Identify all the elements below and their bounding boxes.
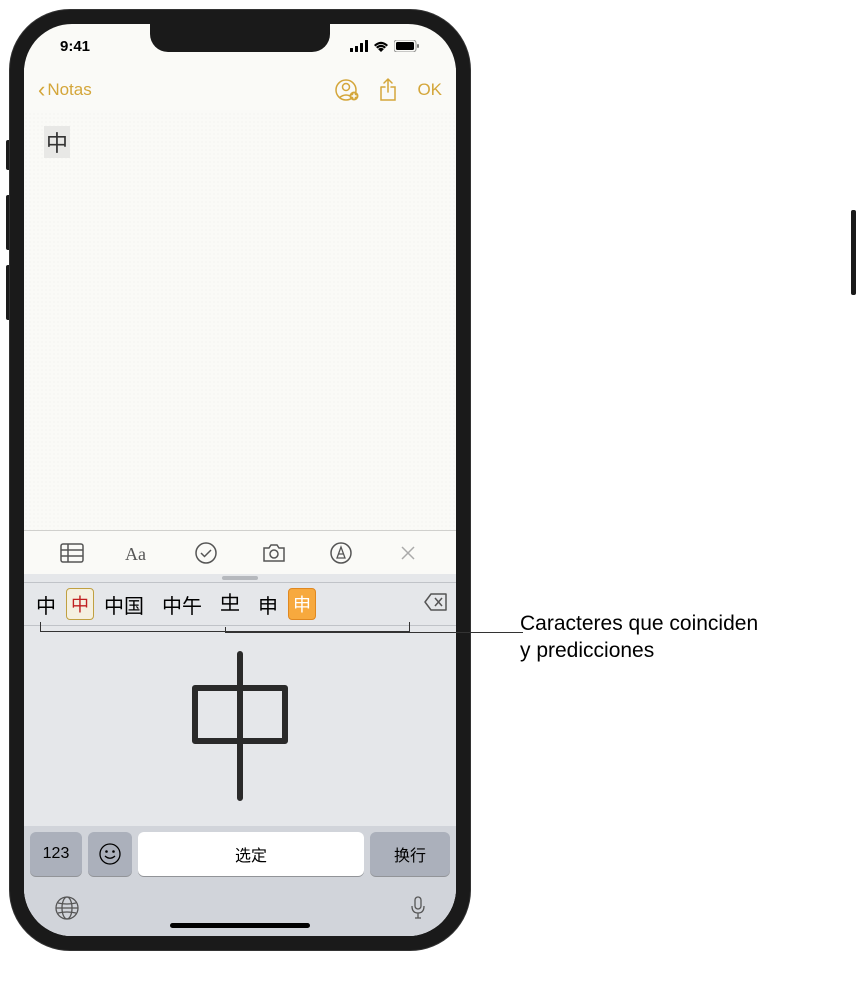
globe-icon [54, 895, 80, 921]
emoji-icon [99, 843, 121, 865]
candidate-item[interactable]: 中 [28, 586, 64, 623]
keyboard-bottom-row: 123 选定 换行 [24, 826, 456, 884]
chevron-left-icon: ‹ [38, 77, 45, 103]
notch [150, 24, 330, 52]
status-time: 9:41 [60, 38, 90, 55]
svg-text:Aa: Aa [125, 544, 146, 563]
phone-frame: 9:41 ‹ Notas OK 中 [10, 10, 470, 950]
keyboard-grabber[interactable] [24, 574, 456, 582]
back-label: Notas [47, 80, 91, 100]
note-text: 中 [44, 126, 70, 158]
pencil-circle-icon [330, 542, 352, 564]
back-button[interactable]: ‹ Notas [38, 77, 92, 103]
candidate-bar: 中 中 中国 中午 𠀐 申 申 [24, 582, 456, 626]
dictation-key[interactable] [410, 896, 426, 925]
backspace-button[interactable] [424, 593, 448, 616]
candidate-item[interactable]: 申 [288, 588, 316, 620]
handwritten-character [170, 646, 310, 806]
camera-button[interactable] [240, 543, 307, 563]
numbers-key[interactable]: 123 [30, 832, 82, 876]
done-button[interactable]: OK [417, 80, 442, 100]
candidate-item[interactable]: 𠀐 [212, 588, 248, 620]
share-icon [379, 78, 397, 102]
close-icon [400, 545, 416, 561]
candidate-item[interactable]: 申 [250, 586, 286, 623]
keyboard-utility-row [24, 884, 456, 936]
checkmark-circle-icon [195, 542, 217, 564]
emoji-key[interactable] [88, 832, 132, 876]
table-icon [60, 543, 84, 563]
note-content-area[interactable]: 中 [24, 112, 456, 530]
handwriting-input-area[interactable] [24, 626, 456, 826]
collaborate-button[interactable] [335, 79, 359, 101]
microphone-icon [410, 896, 426, 920]
cellular-icon [350, 40, 368, 52]
checklist-button[interactable] [173, 542, 240, 564]
format-button[interactable]: Aa [105, 543, 172, 563]
table-button[interactable] [38, 543, 105, 563]
status-icons [350, 40, 420, 52]
candidate-item[interactable]: 中午 [154, 586, 210, 623]
close-toolbar-button[interactable] [375, 545, 442, 561]
camera-icon [262, 543, 286, 563]
backspace-icon [424, 593, 448, 611]
keyboard: 中 中 中国 中午 𠀐 申 申 123 [24, 574, 456, 936]
select-key[interactable]: 选定 [138, 832, 364, 876]
markup-button[interactable] [307, 542, 374, 564]
battery-icon [394, 40, 420, 52]
home-indicator[interactable] [170, 923, 310, 928]
callout-line-2: y predicciones [520, 637, 758, 664]
candidate-item[interactable]: 中 [66, 588, 94, 620]
navigation-bar: ‹ Notas OK [24, 68, 456, 112]
share-button[interactable] [379, 78, 397, 102]
globe-key[interactable] [54, 895, 80, 926]
wifi-icon [373, 40, 389, 52]
format-icon: Aa [125, 543, 153, 563]
callout-line-1: Caracteres que coinciden [520, 610, 758, 637]
candidate-item[interactable]: 中国 [96, 586, 152, 623]
return-key[interactable]: 换行 [370, 832, 450, 876]
callout-text: Caracteres que coinciden y predicciones [520, 610, 758, 665]
person-add-icon [335, 79, 359, 101]
notes-toolbar: Aa [24, 530, 456, 574]
